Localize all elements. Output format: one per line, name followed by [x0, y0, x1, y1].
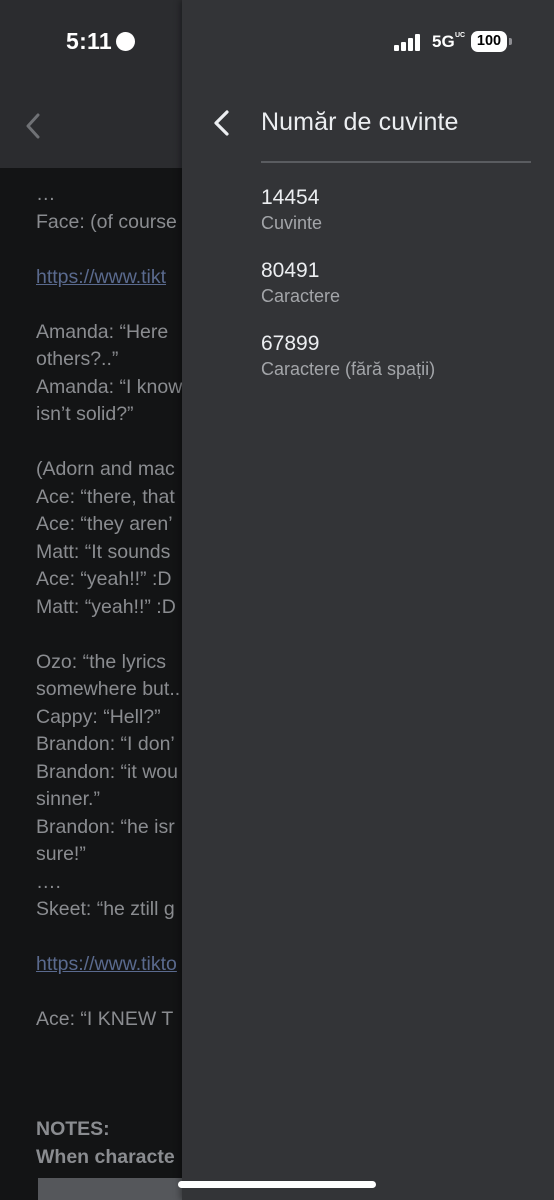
battery-nub — [509, 38, 512, 45]
stat-label: Cuvinte — [261, 213, 323, 233]
stat-characters-no-spaces: 67899 Caractere (fără spații) — [261, 331, 435, 381]
cellular-signal-icon — [394, 34, 420, 51]
network-subtype: UC — [455, 32, 466, 39]
home-indicator[interactable] — [178, 1181, 376, 1188]
stat-label: Caractere — [261, 286, 341, 306]
panel-title: Număr de cuvinte — [261, 108, 459, 136]
recording-dot-icon — [116, 32, 135, 51]
word-count-panel — [182, 0, 554, 1200]
battery-icon: 100 — [471, 31, 507, 52]
network-type: 5G — [432, 32, 455, 51]
status-time: 5:11 — [66, 28, 112, 54]
stat-characters: 80491 Caractere — [261, 258, 340, 308]
stat-value: 14454 — [261, 186, 320, 209]
stat-words: 14454 Cuvinte — [261, 185, 322, 235]
document-back-icon[interactable] — [22, 112, 46, 140]
back-chevron-icon[interactable] — [208, 108, 236, 138]
document-scroll-handle[interactable] — [38, 1178, 188, 1200]
divider — [261, 161, 531, 163]
stat-value: 67899 — [261, 332, 320, 355]
stat-value: 80491 — [261, 259, 320, 282]
stat-label: Caractere (fără spații) — [261, 359, 436, 379]
